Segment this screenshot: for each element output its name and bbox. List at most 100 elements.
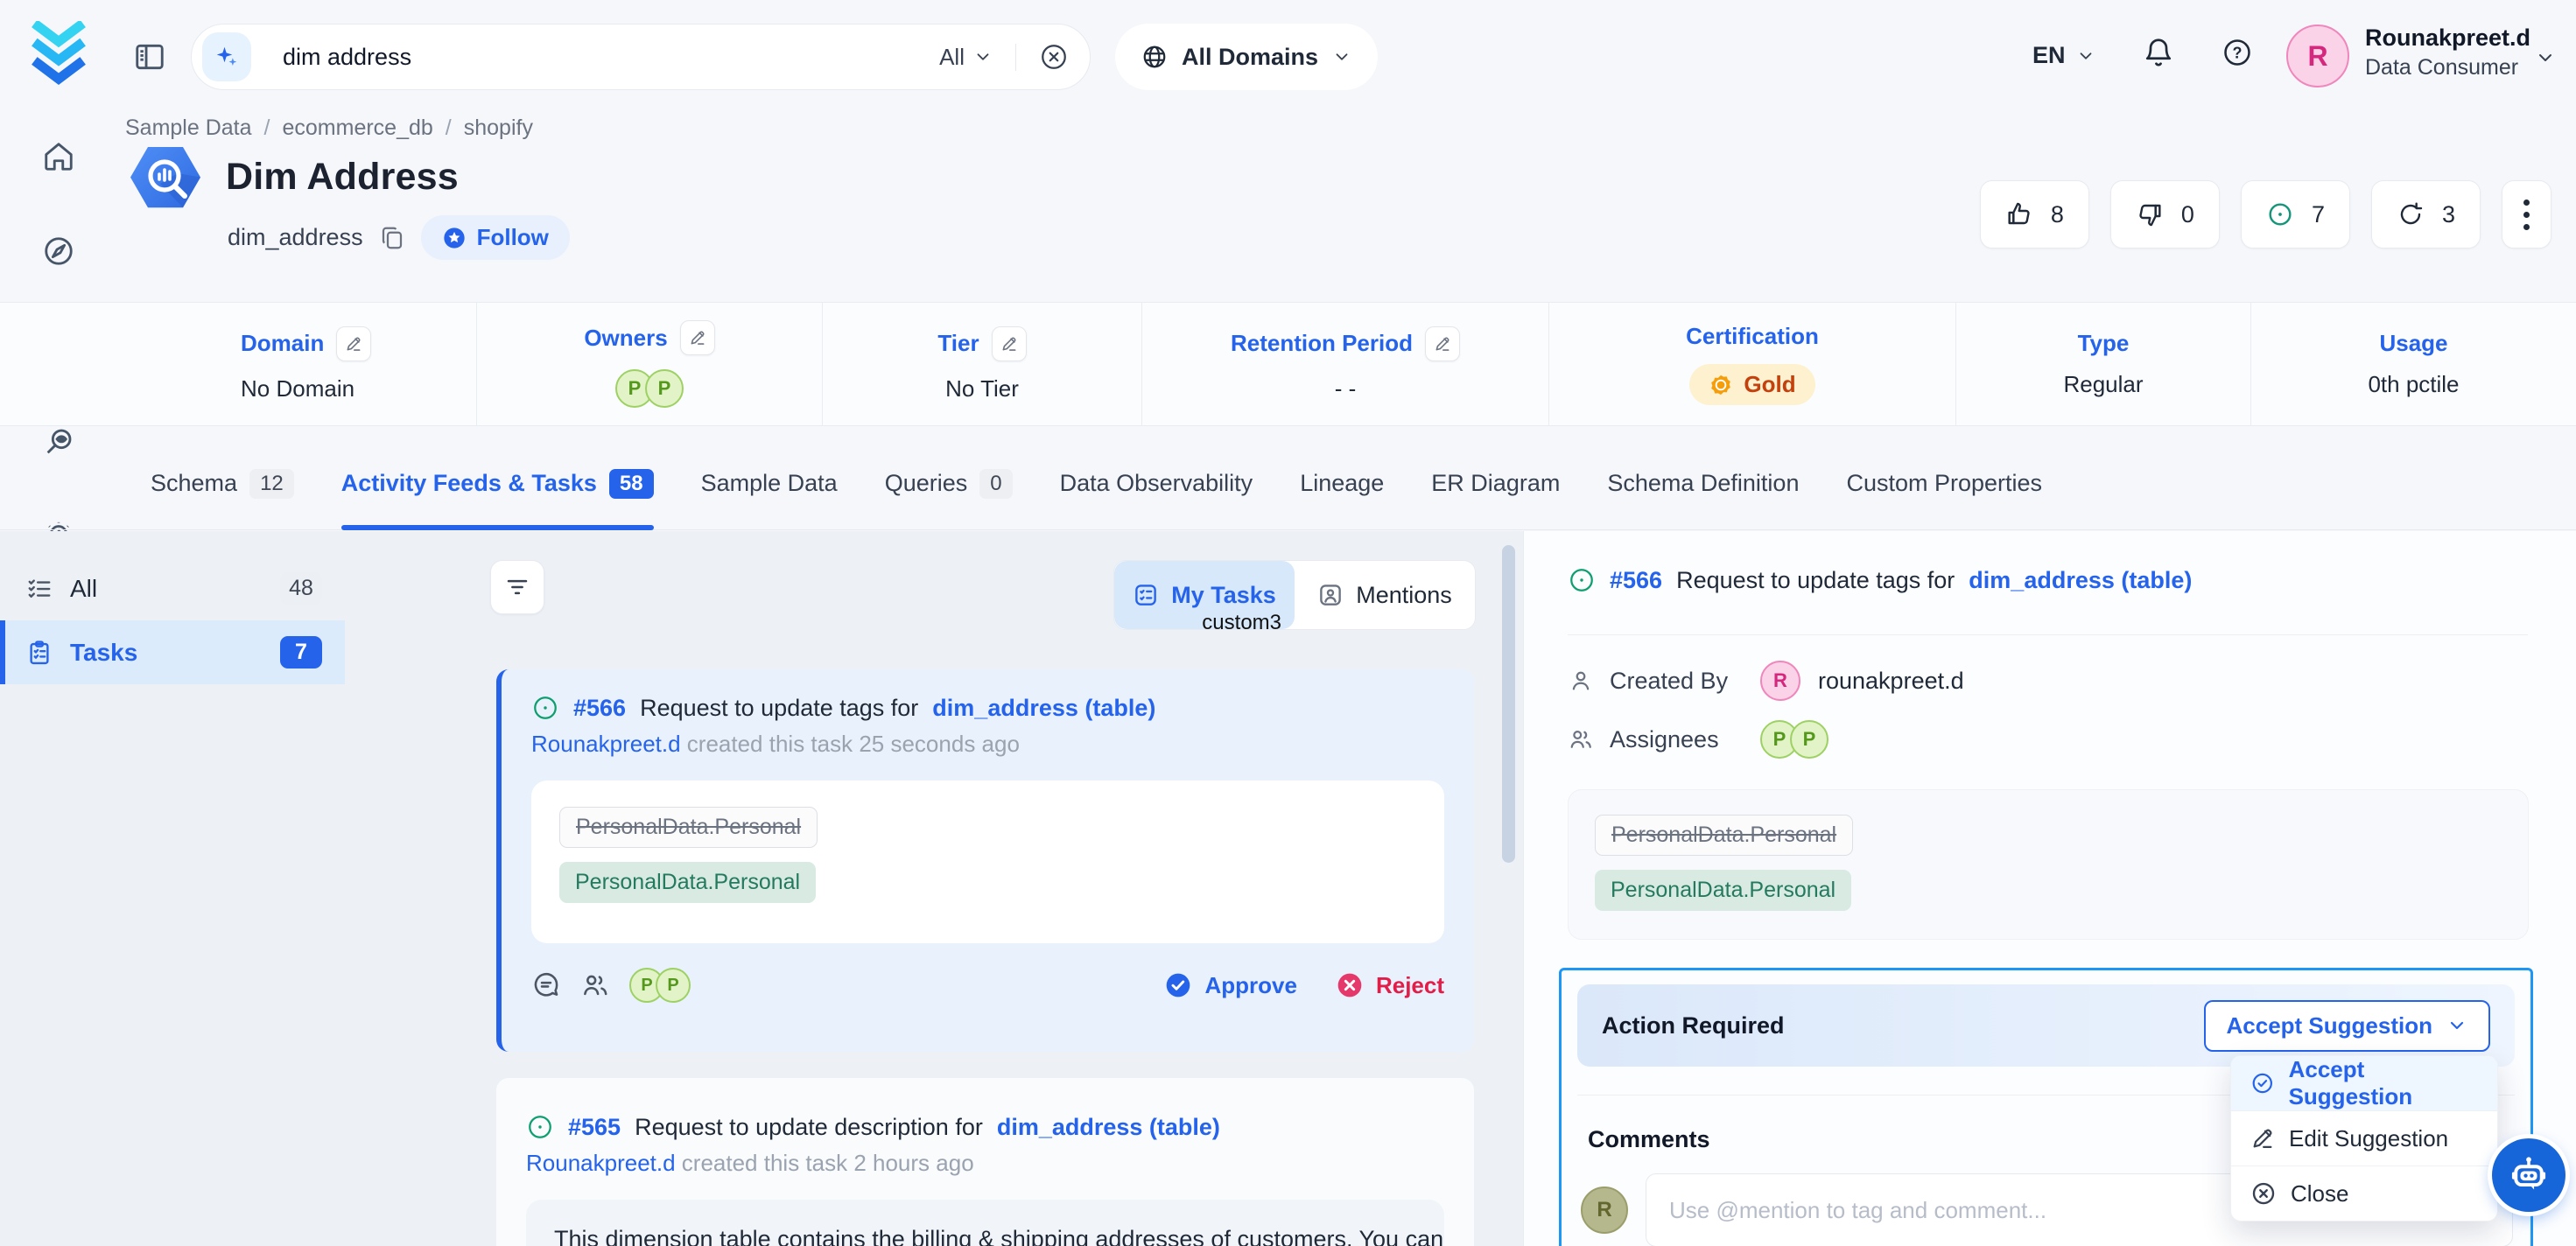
task-asset-link[interactable]: dim_address (table) [997,1114,1220,1141]
detail-task-id[interactable]: #566 [1610,567,1662,594]
home-icon[interactable] [42,140,75,173]
task-id[interactable]: #565 [568,1114,621,1141]
menu-item-accept-suggestion[interactable]: Accept Suggestion [2231,1056,2497,1110]
search-scope-dropdown[interactable]: All [939,44,1016,71]
task-author-link[interactable]: Rounakpreet.d [531,731,681,757]
tab-custom-properties[interactable]: Custom Properties [1846,438,2042,529]
star-badge-icon [442,226,467,250]
chevron-down-icon [2446,1015,2467,1036]
notifications-bell-icon[interactable] [2143,37,2174,68]
nav-item-all[interactable]: All 48 [0,556,345,620]
type-label: Type [2078,330,2130,357]
detail-asset-link[interactable]: dim_address (table) [1969,567,2192,594]
nav-item-count: 7 [280,636,322,668]
refresh-button[interactable]: 3 [2371,180,2481,248]
user-avatar[interactable]: R [2286,24,2349,88]
chevron-down-icon [973,47,993,66]
assignee-avatar[interactable]: P [1790,720,1828,759]
ai-sparkle-icon[interactable] [202,32,251,81]
task-filter-nav: All 48 Tasks 7 [0,556,345,684]
feed-scrollbar-thumb[interactable] [1502,545,1515,863]
task-card-565[interactable]: #565 Request to update description for d… [496,1078,1474,1246]
tab-data-observability[interactable]: Data Observability [1060,438,1253,529]
tab-badge: 12 [249,469,294,499]
task-card-566[interactable]: #566 Request to update tags for dim_addr… [496,669,1474,1052]
domain-label-row[interactable]: Domain [241,326,371,361]
tier-label-row[interactable]: Tier [937,326,1026,361]
search-input[interactable] [283,44,939,71]
retention-label: Retention Period [1231,330,1413,357]
edit-pencil-icon[interactable] [680,320,715,355]
watchers-button[interactable]: 7 [2241,180,2350,248]
chatbot-button[interactable] [2492,1138,2565,1212]
follow-button[interactable]: Follow [421,215,570,260]
nav-item-tasks[interactable]: Tasks 7 [0,620,345,684]
menu-item-edit-suggestion[interactable]: Edit Suggestion [2231,1111,2497,1166]
app-logo-icon[interactable] [30,21,88,89]
task-meta-text: created this task 25 seconds ago [687,731,1020,757]
breadcrumb-item[interactable]: ecommerce_db [282,116,432,141]
accept-suggestion-dropdown-button[interactable]: Accept Suggestion [2204,1000,2490,1052]
breadcrumb-item[interactable]: Sample Data [125,116,252,141]
asset-subtitle-row: dim_address Follow [228,215,570,260]
user-menu-chevron-icon[interactable] [2535,47,2556,68]
owner-avatar-initial: P [658,377,671,400]
comment-icon[interactable] [531,970,561,1000]
global-search-bar[interactable]: All [191,24,1091,90]
task-title: Request to update description for [635,1114,983,1141]
feed-toolbar: My Tasks Mentions custom3 [490,560,1476,630]
user-info[interactable]: Rounakpreet.d Data Consumer [2365,23,2530,82]
sidebar-toggle-icon[interactable] [133,40,166,74]
tab-schema[interactable]: Schema12 [151,438,294,529]
more-actions-button[interactable] [2502,180,2551,248]
reject-button[interactable]: Reject [1336,971,1444,999]
search-clear-icon[interactable] [1039,42,1069,72]
downvote-button[interactable]: 0 [2110,180,2220,248]
help-icon[interactable]: ? [2222,37,2253,68]
task-id[interactable]: #566 [573,695,626,722]
detail-divider [1568,634,2528,635]
copy-icon[interactable] [379,225,405,251]
assignee-avatar[interactable]: P [656,968,691,1003]
mentions-toggle[interactable]: Mentions [1295,561,1475,629]
creator-avatar[interactable]: R [1760,661,1800,701]
certification-badge-text: Gold [1744,371,1795,398]
retention-label-row[interactable]: Retention Period [1231,326,1460,361]
all-domains-dropdown[interactable]: All Domains [1115,24,1378,90]
tab-schema-definition[interactable]: Schema Definition [1607,438,1799,529]
menu-item-close[interactable]: Close [2231,1166,2497,1221]
person-card-icon [1317,582,1344,608]
assignees-label-group: Assignees [1568,726,1743,753]
task-header: #565 Request to update description for d… [526,1113,1444,1141]
language-selector[interactable]: EN [2032,42,2095,69]
tab-queries[interactable]: Queries0 [885,438,1013,529]
breadcrumb-item[interactable]: shopify [464,116,533,141]
edit-pencil-icon[interactable] [992,326,1027,361]
task-asset-link[interactable]: dim_address (table) [932,695,1155,722]
task-status-icon [1568,566,1596,594]
filter-button[interactable] [490,560,544,614]
upvote-button[interactable]: 8 [1980,180,2089,248]
metadata-retention: Retention Period - - [1142,303,1549,425]
task-change-preview: PersonalData.Personal PersonalData.Perso… [531,780,1444,943]
approve-button[interactable]: Approve [1164,971,1296,999]
comments-heading: Comments [1588,1126,1710,1153]
certification-badge[interactable]: Gold [1689,364,1814,405]
tab-sample-data[interactable]: Sample Data [701,438,838,529]
menu-item-label: Edit Suggestion [2289,1125,2448,1152]
task-title: Request to update tags for [640,695,918,722]
nav-item-label: Tasks [70,639,137,667]
task-author-link[interactable]: Rounakpreet.d [526,1150,676,1176]
mentions-label: Mentions [1356,582,1452,609]
compass-icon[interactable] [42,234,75,268]
edit-pencil-icon[interactable] [336,326,371,361]
assignees-icon[interactable] [580,970,610,1000]
owner-avatar[interactable]: P [645,369,684,408]
task-footer: P P Approve Reject [531,968,1444,1003]
edit-pencil-icon[interactable] [1425,326,1460,361]
creator-name[interactable]: rounakpreet.d [1818,668,1964,695]
tab-activity-feeds-tasks[interactable]: Activity Feeds & Tasks58 [341,438,654,529]
tab-lineage[interactable]: Lineage [1300,438,1384,529]
tab-er-diagram[interactable]: ER Diagram [1431,438,1560,529]
owners-label-row[interactable]: Owners [584,320,714,355]
